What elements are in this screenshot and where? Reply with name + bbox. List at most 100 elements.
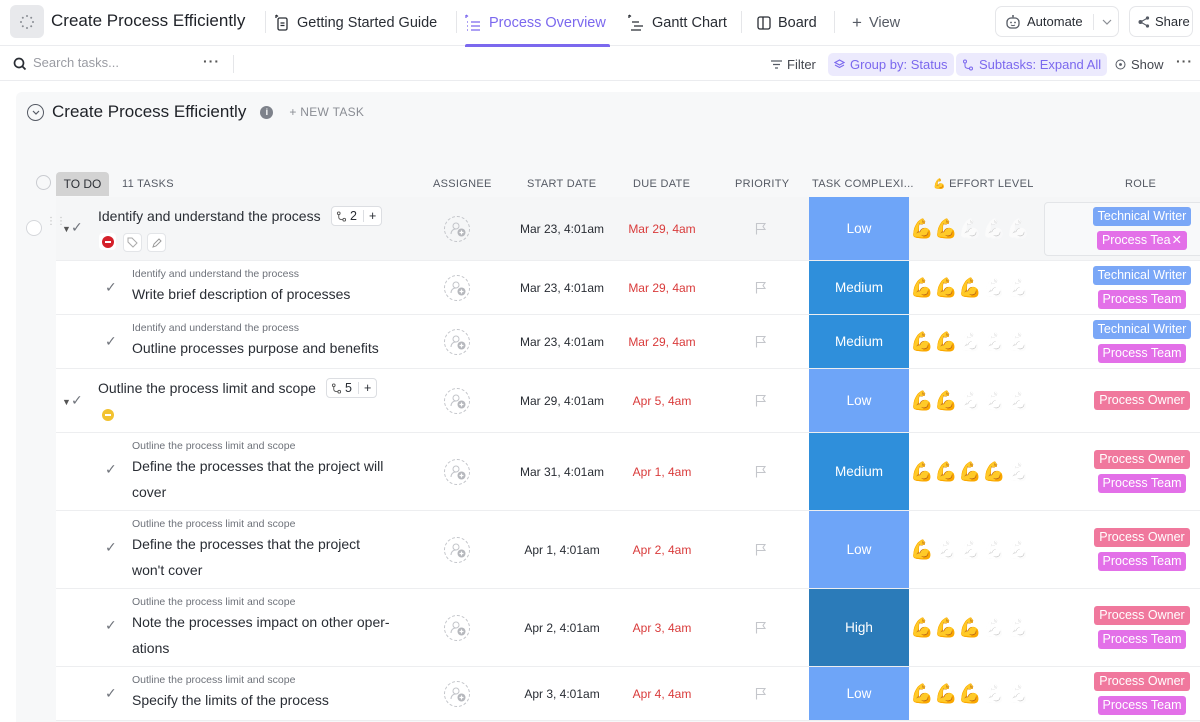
add-assignee-icon[interactable] xyxy=(444,387,470,414)
muscle-filled-icon[interactable]: 💪 xyxy=(934,330,958,354)
subtask-row[interactable]: ✓ Outline the process limit and scope Defi… xyxy=(56,511,1200,589)
muscle-empty-icon[interactable]: 💪 xyxy=(982,217,1006,241)
subtask-row[interactable]: ✓ Outline the process limit and scope Note… xyxy=(56,589,1200,667)
role-cell[interactable]: Technical Writer Process Tea✕ xyxy=(1084,197,1200,260)
priority-cell[interactable] xyxy=(746,261,776,314)
assignee-cell[interactable] xyxy=(442,433,472,510)
effort-rating[interactable]: 💪 💪 💪 💪 💪 xyxy=(910,369,1030,432)
muscle-filled-icon[interactable]: 💪 xyxy=(958,276,982,300)
blocked-status-icon[interactable] xyxy=(99,233,116,250)
role-cell[interactable]: Technical Writer Process Team xyxy=(1084,261,1200,314)
role-tag[interactable]: Process Owner xyxy=(1094,672,1190,691)
complete-check-icon[interactable]: ✓ xyxy=(105,279,117,296)
status-group-label[interactable]: TO DO xyxy=(56,172,109,196)
expand-caret-icon[interactable]: ▼ xyxy=(62,397,71,407)
start-date-cell[interactable]: Mar 23, 4:01am xyxy=(502,197,622,260)
due-date-cell[interactable]: Apr 5, 4am xyxy=(612,369,712,432)
role-tag[interactable]: Technical Writer xyxy=(1092,320,1192,339)
muscle-filled-icon[interactable]: 💪 xyxy=(910,217,934,241)
muscle-filled-icon[interactable]: 💪 xyxy=(910,616,934,640)
complete-check-icon[interactable]: ✓ xyxy=(105,617,117,634)
complexity-cell[interactable]: Low xyxy=(809,667,909,720)
priority-cell[interactable] xyxy=(746,511,776,588)
priority-flag-icon[interactable] xyxy=(755,543,767,556)
muscle-filled-icon[interactable]: 💪 xyxy=(958,460,982,484)
assignee-cell[interactable] xyxy=(442,315,472,368)
role-cell[interactable]: Process Owner Process Team xyxy=(1084,433,1200,510)
column-header-complexity[interactable]: TASK COMPLEXI... xyxy=(812,178,914,190)
search-input[interactable] xyxy=(33,55,203,70)
muscle-filled-icon[interactable]: 💪 xyxy=(958,616,982,640)
complete-check-icon[interactable]: ✓ xyxy=(71,219,83,236)
subtask-row[interactable]: ✓ Outline the process limit and scope Defi… xyxy=(56,433,1200,511)
add-assignee-icon[interactable] xyxy=(444,680,470,707)
share-button[interactable]: Share xyxy=(1129,6,1193,37)
tab-gantt-chart[interactable]: Gantt Chart xyxy=(628,0,727,46)
role-tag[interactable]: Process Owner xyxy=(1094,606,1190,625)
muscle-empty-icon[interactable]: 💪 xyxy=(1006,389,1030,413)
tab-getting-started-guide[interactable]: Getting Started Guide xyxy=(274,0,437,46)
assignee-cell[interactable] xyxy=(442,667,472,720)
muscle-empty-icon[interactable]: 💪 xyxy=(958,538,982,562)
task-row[interactable]: ▼ ✓ Outline the process limit and scope 5 + M… xyxy=(56,369,1200,433)
column-header-effort[interactable]: 💪 EFFORT LEVEL xyxy=(933,178,1034,190)
muscle-empty-icon[interactable]: 💪 xyxy=(982,276,1006,300)
start-date-cell[interactable]: Apr 3, 4:01am xyxy=(502,667,622,720)
muscle-empty-icon[interactable]: 💪 xyxy=(982,616,1006,640)
priority-cell[interactable] xyxy=(746,667,776,720)
effort-rating[interactable]: 💪 💪 💪 💪 💪 xyxy=(910,261,1030,314)
role-tag[interactable]: Process Team xyxy=(1097,696,1187,715)
start-date-cell[interactable]: Apr 2, 4:01am xyxy=(502,589,622,666)
role-tag[interactable]: Process Team xyxy=(1097,552,1187,571)
muscle-empty-icon[interactable]: 💪 xyxy=(1006,616,1030,640)
expand-caret-icon[interactable]: ▼ xyxy=(62,224,71,234)
muscle-empty-icon[interactable]: 💪 xyxy=(982,682,1006,706)
complexity-cell[interactable]: Low xyxy=(809,511,909,588)
info-icon[interactable]: i xyxy=(260,105,274,119)
role-tag[interactable]: Technical Writer xyxy=(1092,266,1192,285)
muscle-empty-icon[interactable]: 💪 xyxy=(1006,276,1030,300)
due-date-cell[interactable]: Mar 29, 4am xyxy=(612,315,712,368)
role-tag[interactable]: Process Team xyxy=(1097,290,1187,309)
priority-flag-icon[interactable] xyxy=(755,621,767,634)
start-date-cell[interactable]: Mar 31, 4:01am xyxy=(502,433,622,510)
complexity-cell[interactable]: Medium xyxy=(809,433,909,510)
muscle-filled-icon[interactable]: 💪 xyxy=(934,276,958,300)
role-tag[interactable]: Process Owner xyxy=(1094,528,1190,547)
muscle-empty-icon[interactable]: 💪 xyxy=(1006,460,1030,484)
role-cell[interactable]: Process Owner Process Team xyxy=(1084,589,1200,666)
start-date-cell[interactable]: Apr 1, 4:01am xyxy=(502,511,622,588)
effort-rating[interactable]: 💪 💪 💪 💪 💪 xyxy=(910,667,1030,720)
tag-icon[interactable] xyxy=(123,233,142,252)
muscle-empty-icon[interactable]: 💪 xyxy=(958,389,982,413)
complete-check-icon[interactable]: ✓ xyxy=(105,461,117,478)
effort-rating[interactable]: 💪 💪 💪 💪 💪 xyxy=(910,315,1030,368)
complexity-cell[interactable]: High xyxy=(809,589,909,666)
tab-process-overview[interactable]: Process Overview xyxy=(465,0,610,47)
assignee-cell[interactable] xyxy=(442,511,472,588)
muscle-empty-icon[interactable]: 💪 xyxy=(934,538,958,562)
start-date-cell[interactable]: Mar 29, 4:01am xyxy=(502,369,622,432)
add-assignee-icon[interactable] xyxy=(444,536,470,563)
task-name[interactable]: Define the processes that the project won… xyxy=(132,531,360,583)
select-task-radio[interactable] xyxy=(26,220,42,236)
complete-check-icon[interactable]: ✓ xyxy=(105,539,117,556)
column-header-priority[interactable]: PRIORITY xyxy=(735,178,789,190)
complete-check-icon[interactable]: ✓ xyxy=(105,685,117,702)
group-by-button[interactable]: Group by: Status xyxy=(828,53,954,76)
column-header-due-date[interactable]: DUE DATE xyxy=(633,178,690,190)
priority-flag-icon[interactable] xyxy=(755,687,767,700)
subtasks-button[interactable]: Subtasks: Expand All xyxy=(956,53,1108,76)
muscle-empty-icon[interactable]: 💪 xyxy=(958,217,982,241)
assignee-cell[interactable] xyxy=(442,261,472,314)
complete-check-icon[interactable]: ✓ xyxy=(71,392,83,409)
role-tag[interactable]: Process Team xyxy=(1097,630,1187,649)
task-name[interactable]: Specify the limits of the process xyxy=(132,687,329,713)
add-assignee-icon[interactable] xyxy=(444,274,470,301)
effort-rating[interactable]: 💪 💪 💪 💪 💪 xyxy=(910,433,1030,510)
task-name[interactable]: Note the processes impact on other oper-… xyxy=(132,609,390,661)
column-header-role[interactable]: ROLE xyxy=(1125,178,1156,190)
complete-check-icon[interactable]: ✓ xyxy=(105,333,117,350)
muscle-empty-icon[interactable]: 💪 xyxy=(1006,538,1030,562)
muscle-filled-icon[interactable]: 💪 xyxy=(910,460,934,484)
